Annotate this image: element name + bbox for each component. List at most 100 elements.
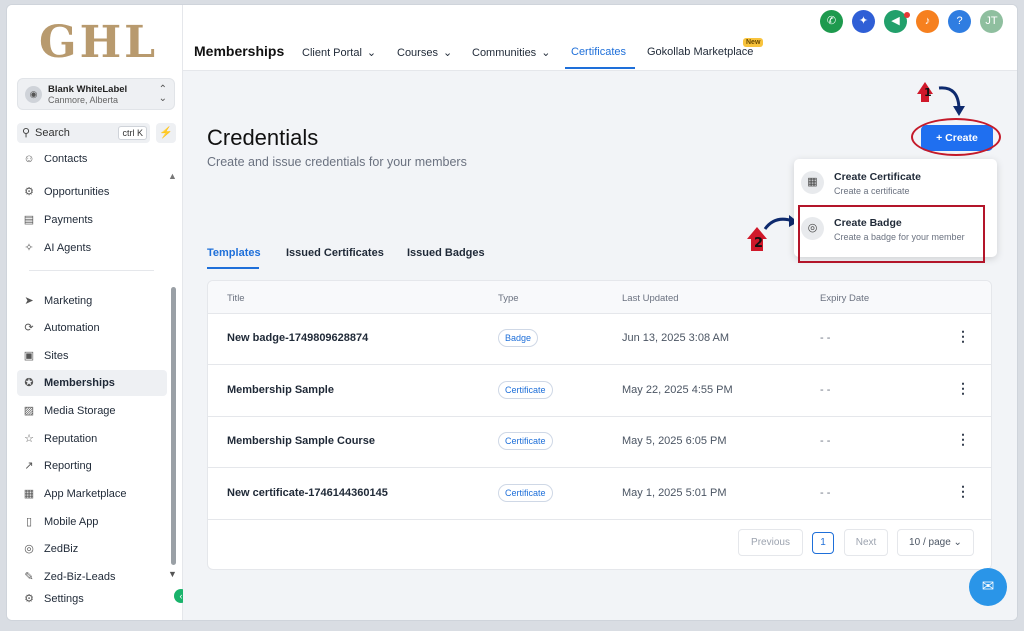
navy-curved-arrow-icon [763,217,794,230]
search-shortcut: ctrl K [118,126,147,140]
sparkle-icon: ✧ [24,242,34,254]
row-title[interactable]: Membership Sample [227,384,334,396]
tab-client-portal[interactable]: Client Portal ⌄ [302,46,376,59]
sidebar-item-label: Zed-Biz-Leads [44,571,116,583]
last-updated: May 1, 2025 5:01 PM [622,486,727,499]
quick-action-bolt-icon[interactable]: ⚡ [156,123,176,143]
tools-icon[interactable]: ✦ [852,10,875,33]
chevron-down-icon: ⌄ [541,47,551,59]
payments-icon: ▤ [23,214,35,226]
chevron-down-icon: ⌄ [953,537,962,548]
page-size-select[interactable]: 10 / page ⌄ [897,529,974,556]
expiry-date: - - [820,435,831,447]
app-window: GHL ◉ Blank WhiteLabel Canmore, Alberta … [6,4,1018,621]
tab-label: Gokollab Marketplace [647,46,754,58]
tab-gokollab-marketplace[interactable]: Gokollab Marketplace [647,46,753,58]
row-actions-kebab-icon[interactable]: ⋮ [956,328,970,345]
sidebar-item-zedbiz[interactable]: ◎ ZedBiz [17,536,167,562]
sidebar-item-label: Reputation [44,433,98,445]
certificate-icon: ▦ [801,171,824,194]
sidebar-item-label: App Marketplace [44,488,127,500]
sidebar-scrollbar[interactable] [171,287,176,565]
sidebar-item-ai-agents[interactable]: ✧ AI Agents [17,235,167,261]
tab-courses[interactable]: Courses ⌄ [397,46,452,59]
column-header-title[interactable]: Title [227,293,245,304]
tab-label: Communities [472,47,537,59]
table-header: Title Type Last Updated Expiry Date [208,281,991,314]
next-page-button[interactable]: Next [844,529,888,556]
sidebar-item-sites[interactable]: ▣ Sites [17,343,167,369]
content-tab-templates[interactable]: Templates [207,247,261,259]
type-badge: Certificate [498,432,553,450]
bell-icon[interactable]: ♪ [916,10,939,33]
last-updated: May 5, 2025 6:05 PM [622,435,727,447]
type-badge: Certificate [498,380,553,399]
scroll-up-arrow-icon[interactable]: ▲ [168,171,177,181]
row-actions-kebab-icon[interactable]: ⋮ [956,483,970,500]
type-badge: Certificate [498,483,553,502]
previous-page-button[interactable]: Previous [738,529,803,556]
row-title[interactable]: New certificate-1746144360145 [227,487,388,499]
expiry-date: - - [820,486,831,499]
help-icon[interactable]: ? [948,10,971,33]
row-title[interactable]: Membership Sample Course [227,435,375,447]
menu-item-title: Create Certificate [834,171,921,183]
sidebar-item-payments[interactable]: ▤ Payments [17,207,167,233]
column-header-type[interactable]: Type [498,293,519,304]
scroll-down-arrow-icon[interactable]: ▼ [168,569,177,579]
annotation-step-1: 1 [917,82,965,116]
sidebar-item-app-marketplace[interactable]: ▦ App Marketplace [17,481,167,507]
sidebar-item-marketing[interactable]: ➤ Marketing [17,288,167,314]
row-title[interactable]: New badge-1749809628874 [227,332,368,344]
page-title: Credentials [207,125,319,150]
grid-icon: ▦ [23,488,35,500]
expiry-date: - - [820,383,831,396]
tab-communities[interactable]: Communities ⌄ [472,46,550,59]
account-switcher[interactable]: ◉ Blank WhiteLabel Canmore, Alberta ⌃ ⌄ [17,78,175,110]
automation-icon: ⟳ [24,322,34,334]
mobile-icon: ▯ [25,516,33,528]
column-header-expiry-date[interactable]: Expiry Date [820,293,869,304]
last-updated: May 22, 2025 4:55 PM [622,383,733,396]
star-icon: ☆ [24,433,34,445]
column-header-last-updated[interactable]: Last Updated [622,293,679,304]
chevron-updown-icon: ⌃ ⌄ [158,84,167,104]
table-row[interactable]: Membership Sample Course Certificate May 5… [208,417,991,468]
sidebar-item-media-storage[interactable]: ▨ Media Storage [17,398,167,424]
table-row[interactable]: New badge-1749809628874 Badge Jun 13, 2025… [208,314,991,365]
tab-label: Courses [397,47,438,59]
table-row[interactable]: New certificate-1746144360145 Certificate… [208,469,991,520]
content-tab-issued-badges[interactable]: Issued Badges [407,247,485,259]
tab-label: Certificates [571,46,627,58]
sidebar-item-reporting[interactable]: ↗ Reporting [17,453,167,479]
content-tab-issued-certificates[interactable]: Issued Certificates [286,247,384,259]
phone-icon[interactable]: ✆ [820,10,843,33]
row-actions-kebab-icon[interactable]: ⋮ [956,431,970,448]
sidebar-item-label: AI Agents [44,242,92,254]
last-updated: Jun 13, 2025 3:08 AM [622,332,730,344]
user-avatar[interactable]: JT [980,10,1003,33]
sidebar-item-opportunities[interactable]: ⚙ Opportunities [17,179,167,205]
search-input[interactable]: ⚲ Search ctrl K [17,123,150,143]
company-logo[interactable]: GHL [39,17,158,68]
sidebar-item-automation[interactable]: ⟳ Automation [17,315,167,341]
gear-icon: ⚙ [24,593,34,605]
table-row[interactable]: Membership Sample Certificate May 22, 2025… [208,366,991,417]
tab-certificates[interactable]: Certificates [571,46,626,58]
menu-item-subtitle: Create a certificate [834,186,910,196]
chat-support-icon[interactable]: ✉ [969,568,1007,606]
sidebar-divider [29,270,154,271]
sidebar-item-contacts[interactable]: ☺ Contacts [17,155,167,169]
sidebar-item-mobile-app[interactable]: ▯ Mobile App [17,509,167,535]
create-certificate-menu-item[interactable]: ▦ Create Certificate Create a certificat… [794,161,997,205]
sidebar-item-label: Mobile App [44,516,99,528]
tab-label: Client Portal [302,47,362,59]
image-icon: ▨ [23,405,35,417]
sidebar-item-settings[interactable]: ⚙ Settings [17,586,167,612]
annotation-highlight-box [798,205,985,263]
sidebar-item-memberships[interactable]: ✪ Memberships [17,370,167,396]
sidebar-item-reputation[interactable]: ☆ Reputation [17,426,167,452]
location-icon: ◉ [25,86,42,103]
row-actions-kebab-icon[interactable]: ⋮ [956,380,970,397]
page-1-button[interactable]: 1 [812,532,834,554]
